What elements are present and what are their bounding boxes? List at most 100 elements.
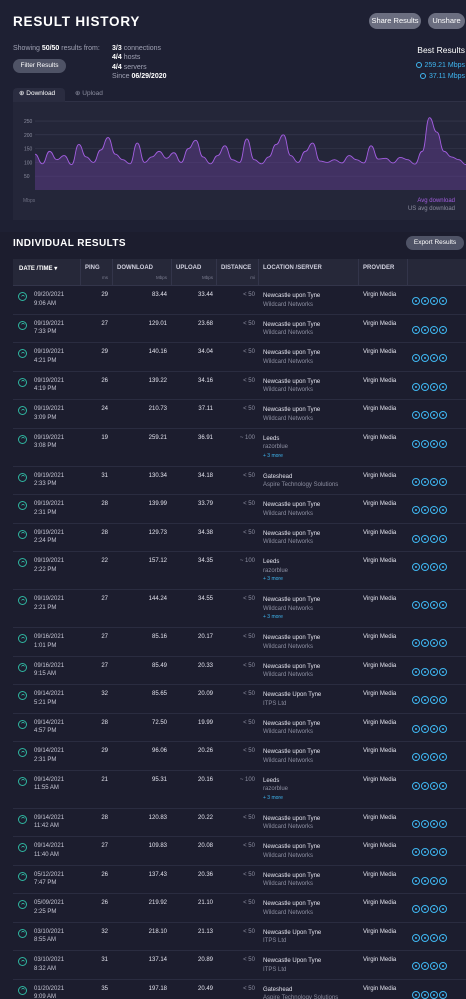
more-options-icon[interactable]: [439, 639, 447, 647]
twitter-icon[interactable]: [421, 724, 429, 733]
table-row[interactable]: 09/16/2021 9:15 AM 27 85.49 20.33 < 50 Newcast…: [13, 656, 466, 685]
table-row[interactable]: 05/12/2021 7:47 PM 26 137.43 20.36 < 50 Newcas…: [13, 865, 466, 894]
twitter-icon[interactable]: [421, 696, 429, 704]
twitter-icon[interactable]: [421, 639, 429, 647]
more-options-icon[interactable]: [439, 325, 447, 334]
result-link-icon[interactable]: [412, 506, 420, 514]
result-link-icon[interactable]: [412, 696, 420, 704]
facebook-icon[interactable]: [430, 905, 438, 913]
twitter-icon[interactable]: [421, 354, 429, 362]
more-options-icon[interactable]: [439, 439, 447, 448]
table-row[interactable]: 01/20/2021 9:09 AM 35 197.18 20.49 < 50 Gatesh…: [13, 979, 466, 999]
table-row[interactable]: 09/14/2021 11:42 AM 28 120.83 20.22 < 50 Newca…: [13, 808, 466, 837]
table-row[interactable]: 09/19/2021 2:22 PM 22 157.12 34.35 ~ 100 Leeds…: [13, 552, 466, 590]
more-options-icon[interactable]: [439, 781, 447, 790]
twitter-icon[interactable]: [421, 563, 429, 571]
result-link-icon[interactable]: [412, 382, 420, 391]
result-link-icon[interactable]: [412, 439, 420, 448]
result-link-icon[interactable]: [412, 848, 420, 856]
more-options-icon[interactable]: [439, 933, 447, 942]
more-options-icon[interactable]: [439, 753, 447, 761]
result-link-icon[interactable]: [412, 962, 420, 970]
result-link-icon[interactable]: [412, 876, 420, 885]
col-upload[interactable]: UPLOAD Mbps: [176, 265, 213, 280]
table-row[interactable]: 09/19/2021 3:09 PM 24 210.73 37.11 < 50 Newcas…: [13, 400, 466, 429]
more-options-icon[interactable]: [439, 667, 447, 676]
result-link-icon[interactable]: [412, 325, 420, 334]
result-link-icon[interactable]: [412, 781, 420, 790]
facebook-icon[interactable]: [430, 876, 438, 885]
more-options-icon[interactable]: [439, 724, 447, 733]
facebook-icon[interactable]: [430, 933, 438, 942]
more-options-icon[interactable]: [439, 990, 447, 999]
row-more-link[interactable]: + 3 more: [263, 613, 320, 622]
facebook-icon[interactable]: [430, 325, 438, 334]
twitter-icon[interactable]: [421, 962, 429, 970]
table-row[interactable]: 09/19/2021 7:33 PM 27 129.01 23.68 < 50 Newcas…: [13, 314, 466, 343]
twitter-icon[interactable]: [421, 325, 429, 334]
row-more-link[interactable]: + 3 more: [263, 575, 288, 584]
facebook-icon[interactable]: [430, 724, 438, 733]
table-row[interactable]: 09/19/2021 3:08 PM 19 259.21 36.91 ~ 100 Leeds…: [13, 428, 466, 467]
more-options-icon[interactable]: [439, 563, 447, 571]
row-more-link[interactable]: + 3 more: [263, 794, 288, 803]
table-row[interactable]: 09/19/2021 2:31 PM 28 139.99 33.79 < 50 Newcas…: [13, 495, 466, 524]
twitter-icon[interactable]: [421, 439, 429, 448]
more-options-icon[interactable]: [439, 411, 447, 419]
facebook-icon[interactable]: [430, 601, 438, 609]
more-options-icon[interactable]: [439, 696, 447, 704]
table-row[interactable]: 09/19/2021 4:21 PM 29 140.16 34.04 < 50 Newcas…: [13, 343, 466, 372]
twitter-icon[interactable]: [421, 933, 429, 942]
facebook-icon[interactable]: [430, 382, 438, 391]
table-row[interactable]: 09/20/2021 9:06 AM 29 83.44 33.44 < 50 Newcast…: [13, 286, 466, 315]
facebook-icon[interactable]: [430, 563, 438, 571]
result-link-icon[interactable]: [412, 477, 420, 486]
facebook-icon[interactable]: [430, 506, 438, 514]
twitter-icon[interactable]: [421, 781, 429, 790]
result-link-icon[interactable]: [412, 933, 420, 942]
export-results-button[interactable]: Export Results: [406, 236, 464, 250]
twitter-icon[interactable]: [421, 477, 429, 486]
result-link-icon[interactable]: [412, 411, 420, 419]
result-link-icon[interactable]: [412, 905, 420, 913]
result-link-icon[interactable]: [412, 297, 420, 305]
result-link-icon[interactable]: [412, 563, 420, 571]
table-row[interactable]: 09/14/2021 4:57 PM 28 72.50 19.99 < 50 Newcast…: [13, 713, 466, 742]
unshare-button[interactable]: Unshare: [428, 13, 465, 29]
col-location[interactable]: LOCATION /SERVER: [263, 265, 322, 271]
facebook-icon[interactable]: [430, 781, 438, 790]
more-options-icon[interactable]: [439, 601, 447, 609]
table-row[interactable]: 09/14/2021 5:21 PM 32 85.65 20.09 < 50 Newcast…: [13, 685, 466, 714]
tab-download[interactable]: ⊕ Download: [13, 88, 65, 102]
table-row[interactable]: 09/16/2021 1:01 PM 27 85.16 20.17 < 50 Newcast…: [13, 628, 466, 657]
facebook-icon[interactable]: [430, 297, 438, 305]
result-link-icon[interactable]: [412, 667, 420, 676]
table-row[interactable]: 09/19/2021 2:21 PM 27 144.24 34.55 < 50 Newcas…: [13, 590, 466, 628]
twitter-icon[interactable]: [421, 753, 429, 761]
result-link-icon[interactable]: [412, 534, 420, 543]
result-link-icon[interactable]: [412, 354, 420, 362]
table-row[interactable]: 09/14/2021 11:40 AM 27 109.83 20.08 < 50 Newca…: [13, 837, 466, 866]
result-link-icon[interactable]: [412, 724, 420, 733]
col-ping[interactable]: PING ms: [85, 265, 108, 280]
facebook-icon[interactable]: [430, 477, 438, 486]
facebook-icon[interactable]: [430, 667, 438, 676]
col-date[interactable]: DATE /TIME ▾: [19, 265, 57, 272]
more-options-icon[interactable]: [439, 819, 447, 828]
twitter-icon[interactable]: [421, 876, 429, 885]
col-distance[interactable]: DISTANCE mi: [221, 265, 255, 280]
facebook-icon[interactable]: [430, 962, 438, 970]
more-options-icon[interactable]: [439, 905, 447, 913]
more-options-icon[interactable]: [439, 506, 447, 514]
facebook-icon[interactable]: [430, 696, 438, 704]
twitter-icon[interactable]: [421, 382, 429, 391]
table-row[interactable]: 09/19/2021 2:24 PM 28 129.73 34.38 < 50 Newcas…: [13, 523, 466, 552]
result-link-icon[interactable]: [412, 601, 420, 609]
result-link-icon[interactable]: [412, 990, 420, 999]
filter-results-button[interactable]: Filter Results: [13, 59, 66, 73]
more-options-icon[interactable]: [439, 876, 447, 885]
table-row[interactable]: 03/10/2021 8:55 AM 32 218.10 21.13 < 50 Newcas…: [13, 922, 466, 951]
table-row[interactable]: 09/14/2021 11:55 AM 21 95.31 20.16 ~ 100 Leeds…: [13, 770, 466, 809]
twitter-icon[interactable]: [421, 506, 429, 514]
twitter-icon[interactable]: [421, 848, 429, 856]
